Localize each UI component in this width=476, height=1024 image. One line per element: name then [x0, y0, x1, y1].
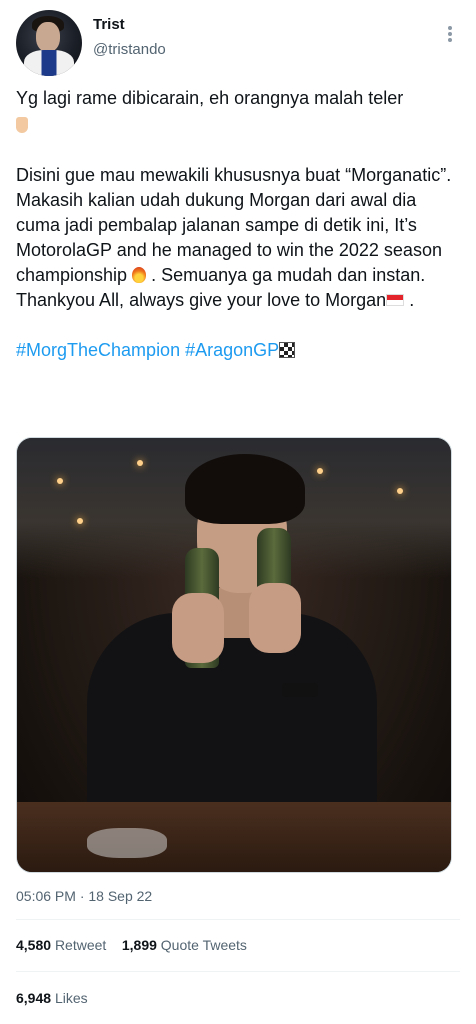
indonesia-flag-icon [386, 294, 405, 306]
author-handle[interactable]: @tristando [93, 41, 166, 58]
divider [16, 919, 460, 920]
hashtag-link[interactable]: #MorgTheChampion [16, 340, 180, 360]
retweets-stat[interactable]: 4,580 Retweet [16, 937, 106, 953]
tweet-line-1: Yg lagi rame dibicarain, eh orangnya mal… [16, 86, 460, 138]
tweet-text: Yg lagi rame dibicarain, eh orangnya mal… [16, 86, 460, 363]
fire-icon [132, 267, 147, 283]
divider [16, 971, 460, 972]
quote-tweets-stat[interactable]: 1,899 Quote Tweets [122, 937, 247, 953]
tweet-paragraph-2: Disini gue mau mewakili khususnya buat “… [16, 165, 452, 310]
likes-stat[interactable]: 6,948 Likes [16, 990, 88, 1006]
author-name[interactable]: Trist [93, 16, 125, 33]
pointing-down-hand-icon [16, 117, 28, 133]
engagement-stats: 4,580 Retweet 1,899 Quote Tweets [16, 937, 247, 953]
tweet-hashtags: #MorgTheChampion #AragonGP [16, 338, 460, 363]
avatar[interactable] [16, 10, 82, 76]
tweet-header: Trist @tristando [16, 10, 460, 80]
hashtag-link[interactable]: #AragonGP [185, 340, 279, 360]
tweet-photo[interactable] [16, 437, 452, 873]
tweet-timestamp[interactable]: 05:06 PM · 18 Sep 22 [16, 888, 152, 904]
more-options-icon[interactable] [440, 24, 460, 48]
checkered-flag-icon [279, 342, 296, 358]
